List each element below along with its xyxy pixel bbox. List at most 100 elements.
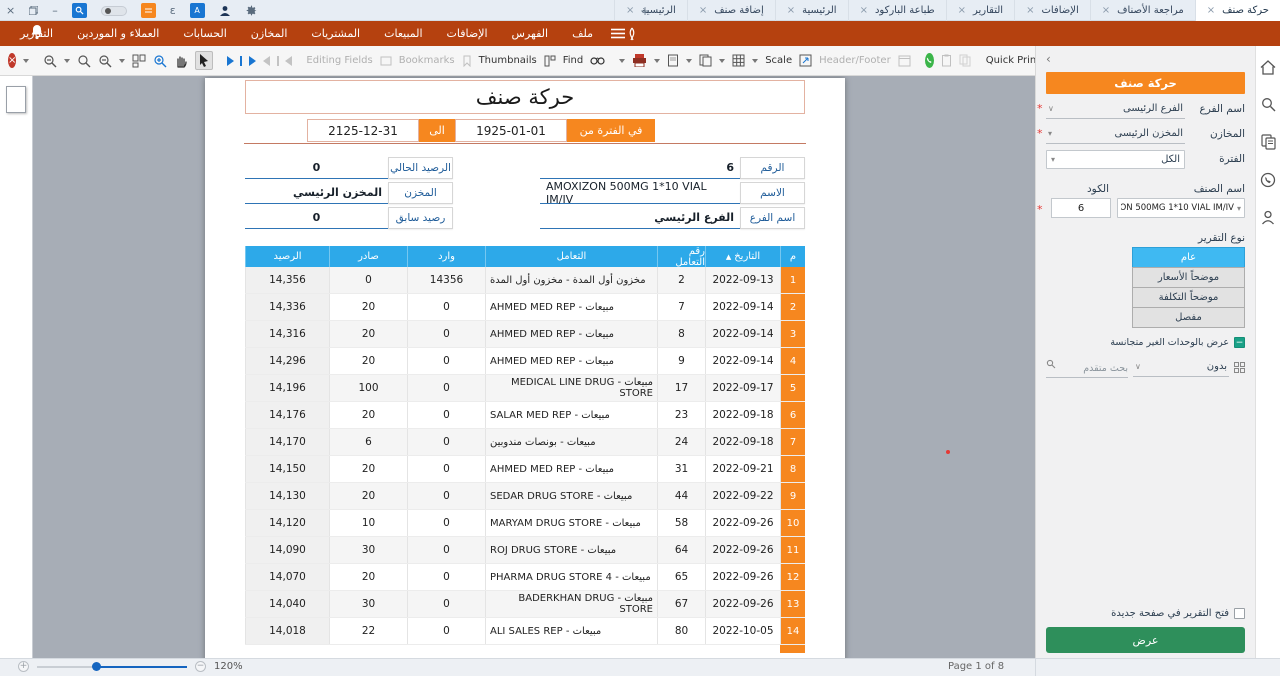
table-row[interactable]: 5 2022-09-17 17 مبيعات - MEDICAL LINE DR… [245, 375, 805, 402]
document-tab[interactable]: الإضافات × [1014, 0, 1090, 21]
table-row[interactable]: 3 2022-09-14 8 مبيعات - AHMED MED REP 0 … [245, 321, 805, 348]
menu-item[interactable]: الحسابات [171, 27, 238, 40]
advanced-search-input[interactable] [1046, 360, 1128, 378]
report-type-button[interactable]: موضحاً الأسعار [1132, 267, 1245, 288]
dropdown-caret[interactable] [619, 59, 625, 63]
scale-icon[interactable] [799, 54, 812, 67]
grid-options-icon[interactable] [1234, 362, 1245, 373]
quick-print-button[interactable]: Quick Print [986, 55, 1040, 66]
find-icon[interactable] [590, 55, 605, 66]
col-header-no[interactable]: م [780, 246, 805, 267]
document-tab[interactable]: إضافة صنف × [687, 0, 775, 21]
menu-item[interactable]: المخازن [239, 27, 300, 40]
dropdown-caret[interactable] [752, 59, 758, 63]
tab-close-icon[interactable]: × [1026, 5, 1034, 16]
export-icon[interactable] [699, 54, 712, 67]
user-icon[interactable] [219, 5, 231, 17]
page-nav-prev[interactable] [263, 56, 270, 66]
menu-item[interactable]: العملاء و الموردين [65, 27, 171, 40]
tab-close-icon[interactable]: × [1102, 5, 1110, 16]
report-type-button[interactable]: مفصل [1132, 307, 1245, 328]
multipage-icon[interactable] [132, 54, 146, 68]
zoom-out-icon[interactable] [43, 54, 57, 68]
table-row[interactable]: 12 2022-09-26 65 مبيعات - PHARMA DRUG ST… [245, 564, 805, 591]
whatsapp-icon[interactable] [925, 53, 934, 68]
period-select[interactable]: الكل▾ [1046, 150, 1185, 169]
show-report-button[interactable]: عرض [1046, 627, 1245, 653]
dropdown-caret[interactable] [686, 59, 692, 63]
new-page-checkbox-row[interactable]: فتح التقرير في صفحة جديدة [1046, 608, 1245, 619]
find-button[interactable]: Find [563, 55, 584, 66]
zoom-in-button[interactable]: + [18, 661, 29, 672]
hand-tool-icon[interactable] [174, 54, 188, 68]
dropdown-caret[interactable] [64, 59, 70, 63]
user-icon[interactable] [1261, 210, 1275, 225]
page-thumbnail[interactable] [6, 86, 26, 113]
zoom-in-icon[interactable] [153, 54, 167, 68]
zoom-tool-icon[interactable] [77, 54, 91, 68]
zoom-slider-knob[interactable] [92, 662, 101, 671]
table-row[interactable]: 7 2022-09-18 24 مبيعات - بونصات مندوبين … [245, 429, 805, 456]
window-restore-icon[interactable] [29, 6, 38, 15]
search-icon[interactable] [72, 3, 87, 18]
dropdown-caret[interactable] [654, 59, 660, 63]
documents-icon[interactable] [1261, 134, 1276, 150]
menu-item[interactable]: الفهرس [500, 27, 561, 40]
gear-icon[interactable] [245, 4, 258, 17]
window-minimize-button[interactable]: – [52, 4, 58, 17]
select-tool-icon[interactable] [195, 51, 213, 70]
table-row[interactable]: 1 2022-09-13 2 مخزون أول المدة - مخزون أ… [245, 267, 805, 294]
tab-close-icon[interactable]: × [1207, 5, 1215, 16]
table-row[interactable]: 10 2022-09-26 58 مبيعات - MARYAM DRUG ST… [245, 510, 805, 537]
whatsapp-icon[interactable] [1260, 172, 1276, 188]
table-row[interactable]: 9 2022-09-22 44 مبيعات - SEDAR DRUG STOR… [245, 483, 805, 510]
bell-icon[interactable] [30, 24, 44, 40]
document-tab[interactable]: مراجعة الأصناف × [1090, 0, 1195, 21]
report-type-button[interactable]: عام [1132, 247, 1245, 268]
tab-close-icon[interactable]: × [787, 5, 795, 16]
window-close-button[interactable]: × [6, 4, 15, 17]
toggle-switch[interactable] [101, 6, 127, 16]
panel-collapse-chevron-icon[interactable]: ‹ [1046, 46, 1245, 72]
table-row[interactable]: 2 2022-09-14 7 مبيعات - AHMED MED REP 0 … [245, 294, 805, 321]
units-checkbox[interactable]: − [1234, 337, 1245, 348]
col-header-date[interactable]: التاريخ▲ [705, 246, 780, 267]
printer-settings-icon[interactable] [632, 54, 647, 67]
table-row[interactable]: 11 2022-09-26 64 مبيعات - ROJ DRUG STORE… [245, 537, 805, 564]
menu-item[interactable]: الإضافات [435, 27, 500, 40]
dropdown-caret[interactable] [119, 59, 125, 63]
home-icon[interactable] [1260, 60, 1276, 75]
col-header-transaction[interactable]: التعامل [485, 246, 657, 267]
tab-close-icon[interactable]: × [860, 5, 868, 16]
document-tab[interactable]: التقارير × [946, 0, 1014, 21]
col-header-ref[interactable]: رقم التعامل [657, 246, 705, 267]
code-input[interactable] [1051, 198, 1111, 218]
table-row[interactable]: 13 2022-09-26 67 مبيعات - BADERKHAN DRUG… [245, 591, 805, 618]
document-tab[interactable]: طباعة الباركود × [848, 0, 946, 21]
page-nav-next[interactable] [249, 56, 256, 66]
without-select[interactable]: بدون∨ [1133, 358, 1229, 377]
page-nav-last[interactable] [227, 56, 242, 66]
thumbnails-button[interactable]: Thumbnails [479, 55, 537, 66]
report-type-button[interactable]: موضحاً التكلفة [1132, 287, 1245, 308]
zoom-slider[interactable] [37, 661, 187, 672]
new-page-checkbox[interactable] [1234, 608, 1245, 619]
search-icon[interactable] [1261, 97, 1276, 112]
hamburger-icon[interactable] [611, 28, 625, 39]
dropdown-caret[interactable] [23, 59, 29, 63]
dropdown-caret[interactable] [719, 59, 725, 63]
zoom-out-small-icon[interactable] [98, 54, 112, 68]
grid-icon[interactable] [732, 54, 745, 67]
document-tab[interactable]: الرئيسية × [775, 0, 848, 21]
table-row[interactable]: 8 2022-09-21 31 مبيعات - AHMED MED REP 0… [245, 456, 805, 483]
tab-close-icon[interactable]: × [699, 5, 707, 16]
menu-item[interactable]: المبيعات [372, 27, 434, 40]
list-icon[interactable] [141, 3, 156, 18]
item-select[interactable]: ▾ AMOXIZON 500MG 1*10 VIAL IM/IV [1117, 198, 1245, 218]
close-preview-icon[interactable]: × [8, 53, 16, 68]
table-row[interactable]: 6 2022-09-18 23 مبيعات - SALAR MED REP 0… [245, 402, 805, 429]
translate-icon[interactable]: A [190, 3, 205, 18]
warehouses-select[interactable]: المخزن الرئيسى▾ [1046, 125, 1185, 144]
col-header-outgoing[interactable]: صادر [329, 246, 407, 267]
new-tab-button[interactable]: + [630, 0, 660, 21]
